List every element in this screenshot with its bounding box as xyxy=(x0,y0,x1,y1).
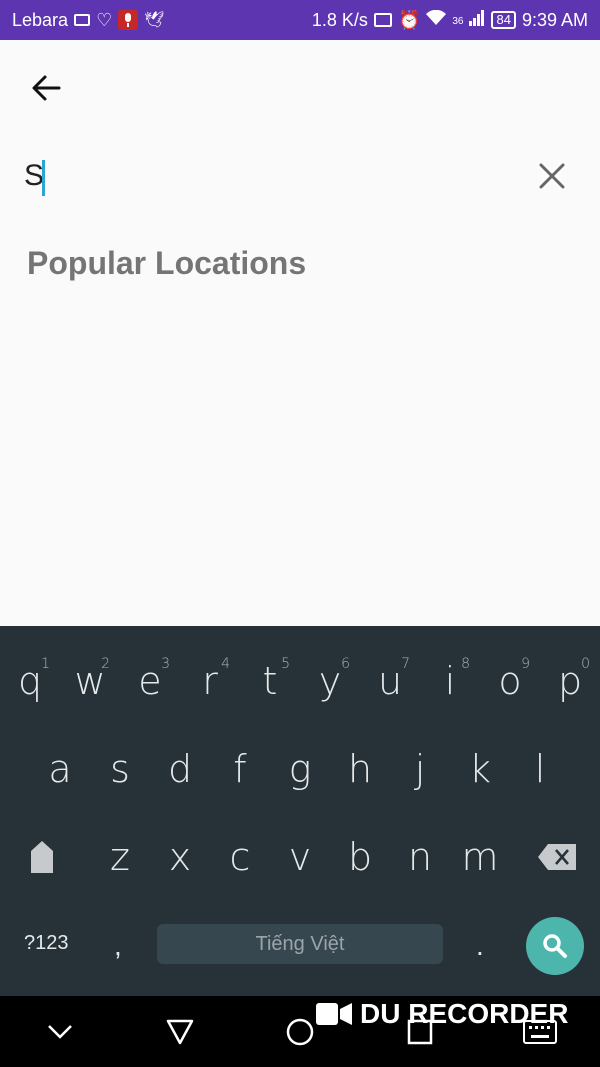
key-number-hint: 2 xyxy=(101,656,110,672)
cast-icon xyxy=(373,13,392,27)
chevron-down-icon xyxy=(48,1024,72,1039)
period-key[interactable]: . xyxy=(476,930,484,962)
key-number-hint: 7 xyxy=(401,656,410,672)
video-icon xyxy=(74,14,91,26)
key-g[interactable]: g xyxy=(270,724,330,814)
key-number-hint: 1 xyxy=(41,656,50,672)
key-k[interactable]: k xyxy=(450,724,510,814)
key-label: i xyxy=(444,659,456,703)
carrier-label: Lebara xyxy=(12,9,69,30)
key-v[interactable]: v xyxy=(270,812,330,902)
key-s[interactable]: s xyxy=(90,724,150,814)
key-label: p xyxy=(557,659,583,703)
search-bar xyxy=(24,148,576,204)
key-r[interactable]: r4 xyxy=(180,636,240,726)
key-number-hint: 5 xyxy=(281,656,290,672)
key-x[interactable]: x xyxy=(150,812,210,902)
key-n[interactable]: n xyxy=(390,812,450,902)
space-key[interactable]: Tiếng Việt xyxy=(157,924,443,964)
backspace-key[interactable] xyxy=(528,812,588,902)
triangle-back-icon xyxy=(166,1019,194,1044)
key-number-hint: 4 xyxy=(221,656,230,672)
close-icon xyxy=(539,163,565,189)
key-label: e xyxy=(138,659,162,703)
key-number-hint: 9 xyxy=(521,656,530,672)
key-label: t xyxy=(262,659,278,703)
heart-icon: ♡ xyxy=(96,9,113,30)
search-screen: Popular Locations xyxy=(0,40,600,620)
key-m[interactable]: m xyxy=(450,812,510,902)
signal-icon xyxy=(469,9,485,31)
key-z[interactable]: z xyxy=(90,812,150,902)
keyboard-row-2: asdfghjkl xyxy=(0,724,600,814)
key-h[interactable]: h xyxy=(330,724,390,814)
key-label: u xyxy=(377,659,403,703)
key-j[interactable]: j xyxy=(390,724,450,814)
text-cursor xyxy=(42,160,45,196)
key-label: y xyxy=(318,659,342,703)
backspace-icon xyxy=(538,844,576,870)
clear-button[interactable] xyxy=(532,156,572,196)
search-submit-button[interactable] xyxy=(526,917,584,975)
shift-icon xyxy=(31,841,53,873)
back-button[interactable] xyxy=(22,68,70,108)
key-p[interactable]: p0 xyxy=(540,636,600,726)
keyboard-row-3: zxcvbnm xyxy=(0,812,600,902)
status-bar: Lebara ♡ 🕊 1.8 K/s ⏰ 36 84 9:39 AM xyxy=(0,0,600,40)
comma-key[interactable]: , xyxy=(114,930,122,962)
network-speed: 1.8 K/s xyxy=(311,9,368,30)
arrow-left-icon xyxy=(32,75,61,101)
search-input[interactable] xyxy=(24,148,504,204)
key-label: o xyxy=(498,659,522,703)
network-type: 36 xyxy=(452,15,464,27)
key-b[interactable]: b xyxy=(330,812,390,902)
alarm-icon: ⏰ xyxy=(397,9,421,30)
recorder-watermark: DU RECORDER xyxy=(316,996,568,1032)
microphone-icon xyxy=(118,10,139,30)
nav-back-button[interactable] xyxy=(150,1002,210,1062)
shift-key[interactable] xyxy=(12,812,72,902)
key-e[interactable]: e3 xyxy=(120,636,180,726)
key-l[interactable]: l xyxy=(510,724,570,814)
battery-icon: 84 xyxy=(491,11,516,29)
popular-locations-heading: Popular Locations xyxy=(27,245,307,281)
key-q[interactable]: q1 xyxy=(0,636,60,726)
soft-keyboard: q1w2e3r4t5y6u7i8o9p0 asdfghjkl zxcvbnm ?… xyxy=(0,626,600,996)
key-number-hint: 6 xyxy=(341,656,350,672)
bird-icon: 🕊 xyxy=(144,12,165,29)
key-y[interactable]: y6 xyxy=(300,636,360,726)
key-a[interactable]: a xyxy=(30,724,90,814)
battery-level: 84 xyxy=(496,12,511,27)
keyboard-row-1: q1w2e3r4t5y6u7i8o9p0 xyxy=(0,636,600,726)
wifi-icon xyxy=(426,9,447,31)
key-d[interactable]: d xyxy=(150,724,210,814)
hide-keyboard-button[interactable] xyxy=(30,1002,90,1062)
key-t[interactable]: t5 xyxy=(240,636,300,726)
watermark-text: DU RECORDER xyxy=(360,998,569,1029)
circle-home-icon xyxy=(286,1018,314,1045)
key-number-hint: 0 xyxy=(581,656,590,672)
clock: 9:39 AM xyxy=(521,9,588,30)
key-o[interactable]: o9 xyxy=(480,636,540,726)
key-i[interactable]: i8 xyxy=(420,636,480,726)
key-label: r xyxy=(202,659,218,703)
key-number-hint: 8 xyxy=(461,656,470,672)
search-icon xyxy=(543,934,567,958)
space-key-label: Tiếng Việt xyxy=(255,932,345,955)
key-c[interactable]: c xyxy=(210,812,270,902)
key-label: q xyxy=(17,659,43,703)
key-u[interactable]: u7 xyxy=(360,636,420,726)
key-number-hint: 3 xyxy=(161,656,170,672)
key-w[interactable]: w2 xyxy=(60,636,120,726)
symbols-key[interactable]: ?123 xyxy=(24,932,69,955)
video-camera-icon xyxy=(316,1003,352,1025)
key-f[interactable]: f xyxy=(210,724,270,814)
